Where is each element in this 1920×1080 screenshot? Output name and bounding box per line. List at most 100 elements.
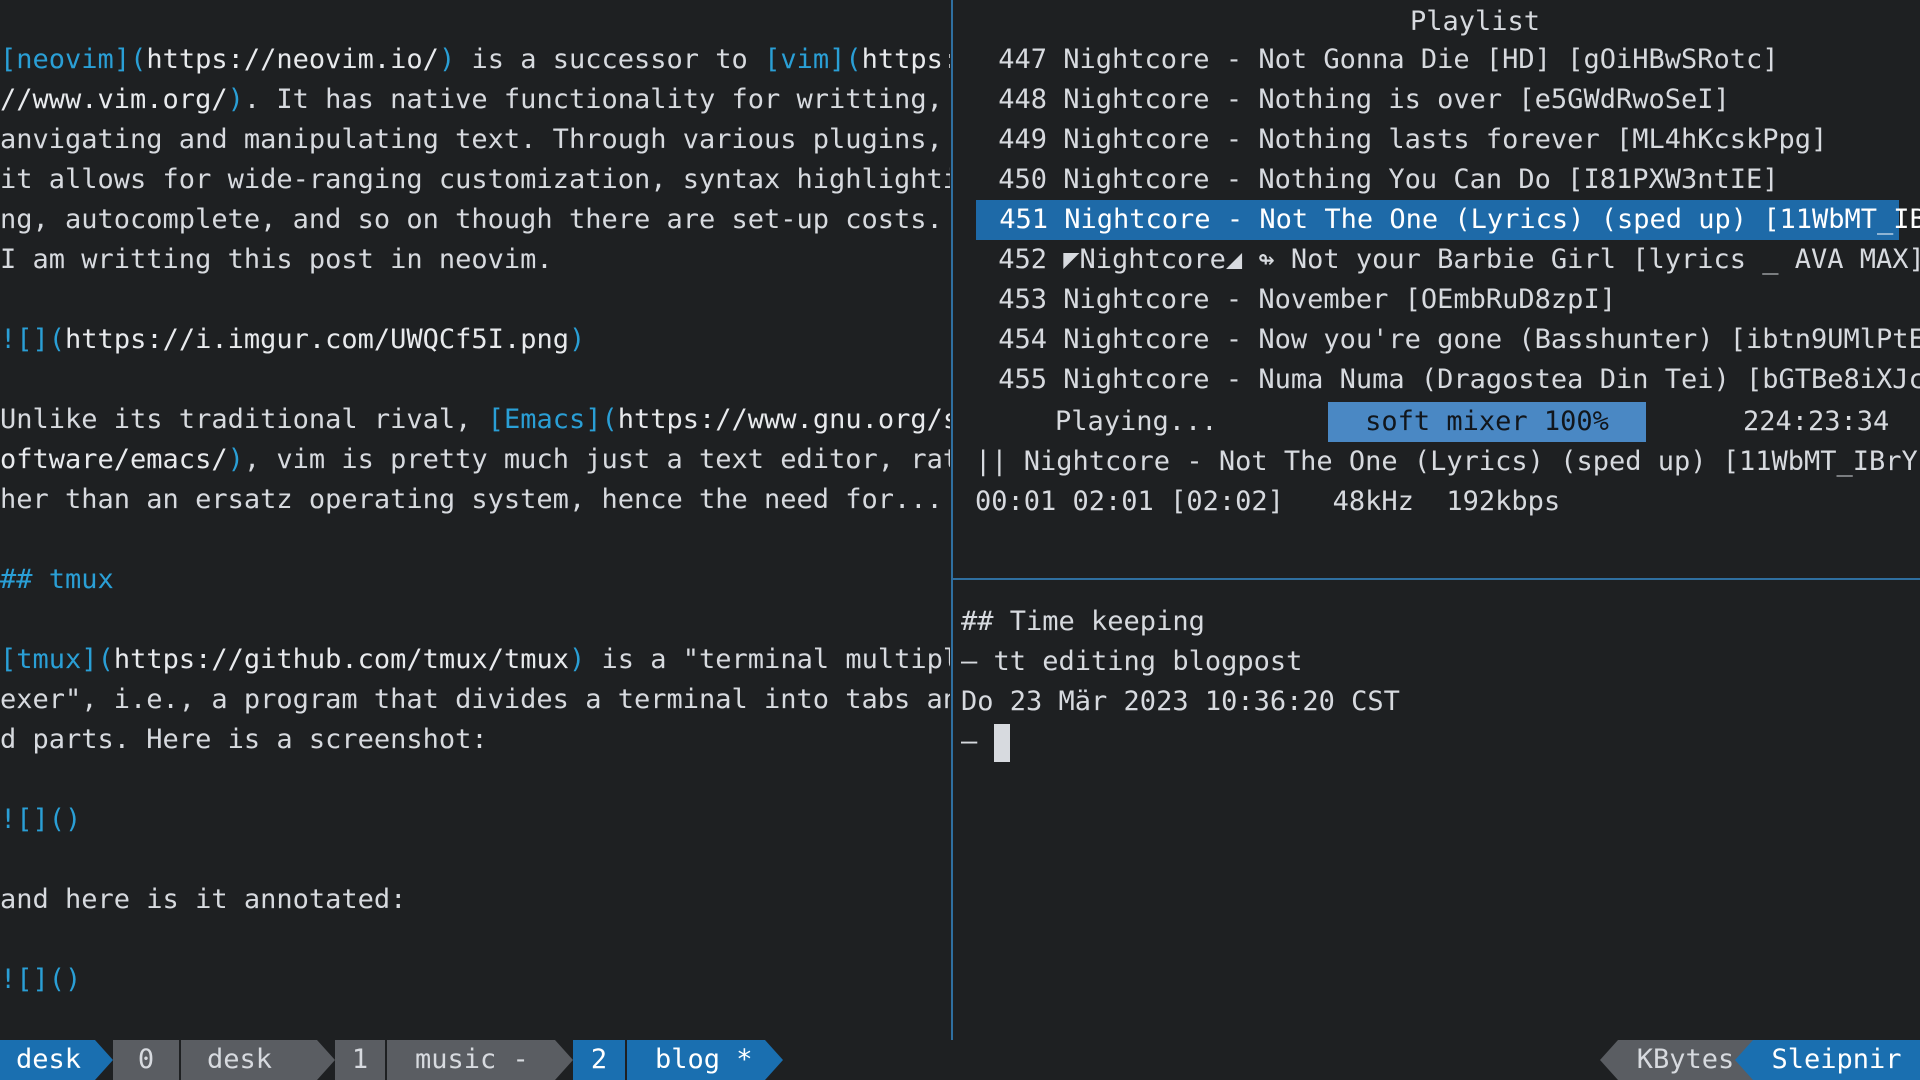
markdown-syntax: tmux — [48, 564, 114, 595]
separator-arrow — [1735, 1040, 1753, 1080]
notes-pane[interactable]: ## Time keeping — tt editing blogpost Do… — [955, 582, 1920, 1040]
notes-prompt-line[interactable]: — — [961, 722, 1010, 762]
mixer-volume-indicator[interactable]: soft mixer 100% — [1328, 402, 1646, 442]
window-index-1[interactable]: 1 — [335, 1040, 385, 1080]
track-title: Nightcore - Not The One (Lyrics) (sped u… — [1064, 204, 1920, 235]
markdown-syntax: tmux — [16, 644, 82, 675]
playlist-title: Playlist — [1409, 6, 1541, 37]
text-run: ng, autocomplete, and so on though there… — [0, 204, 943, 235]
window-name-music[interactable]: music - — [387, 1040, 555, 1080]
playlist-total-time: 224:23:34 — [1743, 406, 1890, 437]
playlist-item[interactable]: 455 Nightcore - Numa Numa (Dragostea Din… — [975, 360, 1920, 400]
track-number: 449 — [998, 124, 1047, 155]
markdown-syntax: ( — [601, 404, 618, 435]
markdown-syntax: ] — [829, 44, 846, 75]
link-url: https://github.com/tmux/tmux — [113, 644, 569, 675]
notes-timestamp: Do 23 Mär 2023 10:36:20 CST — [961, 686, 1400, 717]
playlist-item[interactable]: 452 ◤Nightcore◢ ↬ Not your Barbie Girl [… — [975, 240, 1920, 280]
separator-arrow — [317, 1040, 335, 1080]
track-number: 453 — [998, 284, 1047, 315]
separator-arrow — [95, 1040, 113, 1080]
editor-line: and here is it annotated: — [0, 880, 406, 920]
editor-line: her than an ersatz operating system, hen… — [0, 480, 943, 520]
playlist-item[interactable]: 454 Nightcore - Now you're gone (Basshun… — [975, 320, 1920, 360]
link-url: https: — [861, 44, 950, 75]
hostname: Sleipnir — [1753, 1040, 1920, 1080]
window-name-blog-active[interactable]: blog * — [627, 1040, 765, 1080]
window-index-2[interactable]: 2 — [573, 1040, 625, 1080]
editor-line: ## tmux — [0, 560, 114, 600]
tmux-status-bar: desk 0 desk 1 music - 2 blog * KBytes Sl… — [0, 1040, 1920, 1080]
notes-prompt: — — [961, 726, 994, 757]
playlist-item[interactable]: 450 Nightcore - Nothing You Can Do [I81P… — [975, 160, 1920, 200]
markdown-syntax: ![] — [0, 324, 49, 355]
playlist-item[interactable]: 453 Nightcore - November [OEmbRuD8zpI] — [975, 280, 1920, 320]
text-run: , vim is pretty much just a text editor,… — [243, 444, 950, 475]
markdown-syntax: ( — [130, 44, 147, 75]
link-url: https://neovim.io/ — [146, 44, 439, 75]
markdown-syntax: [ — [487, 404, 504, 435]
window-name-desk[interactable]: desk — [181, 1040, 317, 1080]
now-playing-line: || Nightcore - Not The One (Lyrics) (spe… — [975, 446, 1918, 477]
editor-line: Unlike its traditional rival, [Emacs](ht… — [0, 400, 950, 440]
markdown-syntax: ) — [568, 324, 586, 355]
track-title: Nightcore - Nothing is over [e5GWdRwoSeI… — [1063, 84, 1730, 115]
text-run: I am writting this post in neovim. — [0, 244, 553, 275]
track-number: 447 — [998, 44, 1047, 75]
pane-divider-horizontal[interactable] — [953, 578, 1920, 580]
window-index-0[interactable]: 0 — [113, 1040, 179, 1080]
editor-line: //www.vim.org/). It has native functiona… — [0, 80, 943, 120]
markdown-syntax: Emacs — [503, 404, 586, 435]
playlist-item[interactable]: 448 Nightcore - Nothing is over [e5GWdRw… — [975, 80, 1920, 120]
text-cursor — [993, 723, 1010, 762]
track-title: ◤Nightcore◢ ↬ Not your Barbie Girl [lyri… — [1063, 244, 1920, 275]
text-run: Unlike its traditional rival, — [0, 404, 488, 435]
editor-line: [tmux](https://github.com/tmux/tmux) is … — [0, 640, 950, 680]
track-number: 454 — [998, 324, 1047, 355]
markdown-syntax: [ — [0, 644, 17, 675]
editor-line: ![]() — [0, 960, 81, 1000]
markdown-syntax: ) — [227, 84, 244, 115]
markdown-syntax: ( — [97, 644, 114, 675]
editor-line: anvigating and manipulating text. Throug… — [0, 120, 943, 160]
text-run: is a "terminal multipl — [585, 644, 951, 675]
text-run: d parts. Here is a screenshot: — [0, 724, 488, 755]
track-title: Nightcore - Numa Numa (Dragostea Din Tei… — [1063, 364, 1920, 395]
notes-heading: ## Time keeping — [961, 606, 1205, 637]
playlist-item[interactable]: 449 Nightcore - Nothing lasts forever [M… — [975, 120, 1920, 160]
editor-line: it allows for wide-ranging customization… — [0, 160, 950, 200]
text-run: anvigating and manipulating text. Throug… — [0, 124, 943, 155]
pane-divider-vertical[interactable] — [951, 0, 953, 1040]
markdown-syntax: ![]() — [0, 964, 82, 995]
text-run: . It has native functionality for writti… — [243, 84, 943, 115]
track-number: 455 — [998, 364, 1047, 395]
text-run: is a successor to — [455, 44, 765, 75]
markdown-syntax: ## — [0, 564, 49, 595]
markdown-syntax: ] — [113, 44, 131, 75]
link-url: //www.vim.org/ — [0, 84, 228, 115]
playback-time-info: 00:01 02:01 [02:02] 48kHz 192kbps — [975, 486, 1561, 517]
track-number: 450 — [998, 164, 1047, 195]
markdown-syntax: [ — [764, 44, 781, 75]
editor-line: ng, autocomplete, and so on though there… — [0, 200, 943, 240]
markdown-syntax: ] — [81, 644, 98, 675]
markdown-syntax: ![]() — [0, 804, 82, 835]
separator-arrow — [765, 1040, 783, 1080]
playlist-item[interactable]: 447 Nightcore - Not Gonna Die [HD] [gOiH… — [975, 40, 1920, 80]
editor-line: [neovim](https://neovim.io/) is a succes… — [0, 40, 950, 80]
track-title: Nightcore - Nothing You Can Do [I81PXW3n… — [1063, 164, 1779, 195]
session-name[interactable]: desk — [0, 1040, 95, 1080]
link-url: https://www.gnu.org/s — [617, 404, 950, 435]
text-run: her than an ersatz operating system, hen… — [0, 484, 943, 515]
track-title: Nightcore - Now you're gone (Basshunter)… — [1063, 324, 1920, 355]
playlist-item-selected[interactable]: 451 Nightcore - Not The One (Lyrics) (sp… — [976, 200, 1920, 240]
text-run: and here is it annotated: — [0, 884, 407, 915]
editor-pane[interactable]: [neovim](https://neovim.io/) is a succes… — [0, 0, 950, 1040]
